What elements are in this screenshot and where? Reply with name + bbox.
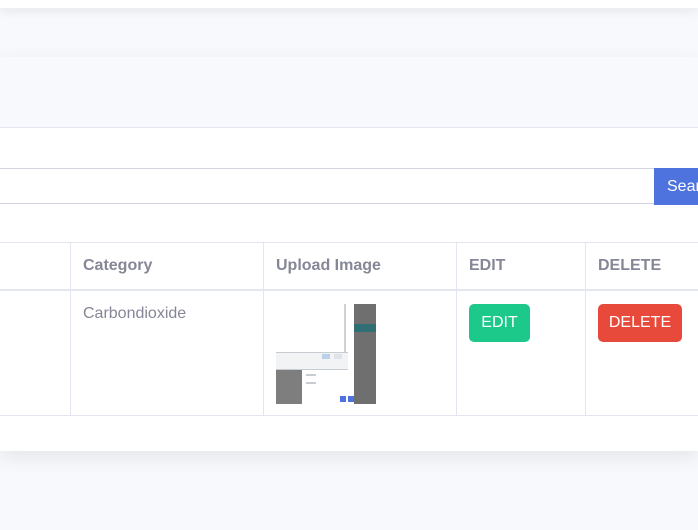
column-divider: [263, 243, 264, 415]
column-divider: [585, 243, 586, 415]
column-header-upload-image[interactable]: Upload Image: [276, 243, 381, 289]
search-button[interactable]: Search: [654, 168, 698, 205]
search-input[interactable]: [0, 168, 654, 204]
table-card: Search n Category Upload Image EDIT DELE…: [0, 57, 698, 451]
column-divider: [456, 243, 457, 415]
column-header-delete[interactable]: DELETE: [598, 243, 661, 289]
delete-button[interactable]: DELETE: [598, 304, 682, 342]
top-bar: [0, 0, 698, 8]
column-divider: [70, 243, 71, 415]
card-header: [0, 57, 698, 128]
column-header-edit[interactable]: EDIT: [469, 243, 505, 289]
edit-button[interactable]: EDIT: [469, 304, 530, 342]
table-header-row: n Category Upload Image EDIT DELETE: [0, 243, 698, 291]
category-cell: Carbondioxide: [83, 305, 187, 322]
data-table: n Category Upload Image EDIT DELETE Carb…: [0, 242, 698, 416]
uploaded-image-thumbnail[interactable]: [276, 304, 376, 404]
column-header-category[interactable]: Category: [83, 243, 152, 289]
